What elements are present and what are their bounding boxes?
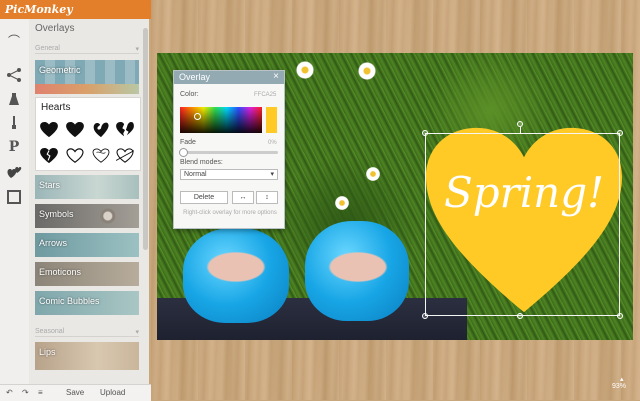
overlays-panel: Overlays General ▾ Geometric Hearts Star… bbox=[29, 19, 149, 384]
frames-icon[interactable] bbox=[6, 189, 22, 205]
hearts-overlay-grid: Hearts bbox=[35, 97, 141, 171]
tool-rail: ⌒ P bbox=[0, 19, 30, 384]
category-stars[interactable]: Stars bbox=[35, 175, 139, 199]
brush-icon[interactable] bbox=[6, 115, 22, 131]
zoom-level[interactable]: 93% bbox=[612, 383, 626, 390]
chevron-down-icon: ▾ bbox=[270, 171, 274, 178]
heart-arrow-icon[interactable] bbox=[116, 148, 134, 164]
effects-icon[interactable] bbox=[6, 67, 22, 83]
resize-handle-bottom[interactable] bbox=[517, 313, 523, 319]
resize-handle-bottom-left[interactable] bbox=[422, 313, 428, 319]
resize-handle-top-left[interactable] bbox=[422, 130, 428, 136]
color-picker-cursor[interactable] bbox=[194, 113, 201, 120]
history-icon[interactable]: ≡ bbox=[38, 388, 43, 397]
overlay-dialog: Overlay × Color: FFCA25 Fade 0% Blend mo… bbox=[173, 70, 285, 229]
text-icon[interactable]: P bbox=[6, 139, 22, 155]
chevron-down-icon: ▾ bbox=[135, 46, 139, 53]
zoom-up-icon[interactable]: ▴ bbox=[620, 375, 624, 383]
blend-modes-label: Blend modes: bbox=[180, 159, 223, 166]
heart-swirl-icon[interactable] bbox=[92, 122, 110, 138]
daisy-flower bbox=[334, 195, 350, 211]
delete-button[interactable]: Delete bbox=[180, 191, 228, 204]
save-button[interactable]: Save bbox=[66, 388, 84, 397]
fade-value: 0% bbox=[268, 140, 277, 146]
daisy-flower bbox=[358, 62, 376, 80]
crop-icon[interactable]: ⌒ bbox=[6, 33, 22, 49]
panel-scrollbar[interactable] bbox=[143, 28, 148, 250]
touchup-icon[interactable] bbox=[6, 91, 22, 107]
color-hex-value[interactable]: FFCA25 bbox=[254, 92, 276, 98]
category-symbols[interactable]: Symbols bbox=[35, 204, 139, 228]
app-logo[interactable]: PicMonkey bbox=[5, 3, 73, 16]
upload-button[interactable]: Upload bbox=[100, 388, 125, 397]
blend-mode-select[interactable]: Normal ▾ bbox=[180, 169, 278, 180]
overlays-icon[interactable] bbox=[6, 165, 22, 181]
undo-icon[interactable]: ↶ bbox=[6, 388, 13, 397]
rotate-stem bbox=[520, 127, 521, 134]
heart-outline-icon[interactable] bbox=[66, 148, 84, 164]
heart-scribble-icon[interactable] bbox=[92, 148, 110, 164]
right-foot bbox=[323, 249, 393, 285]
heart-solid-2-icon[interactable] bbox=[66, 122, 84, 138]
dialog-header[interactable]: Overlay × bbox=[174, 71, 284, 84]
color-swatch[interactable] bbox=[266, 107, 277, 133]
resize-handle-top-right[interactable] bbox=[617, 130, 623, 136]
section-general[interactable]: General ▾ bbox=[35, 45, 139, 54]
fade-label: Fade bbox=[180, 139, 196, 146]
dialog-title: Overlay bbox=[179, 72, 211, 82]
resize-handle-bottom-right[interactable] bbox=[617, 313, 623, 319]
category-emoticons[interactable]: Emoticons bbox=[35, 262, 139, 286]
heart-cracked-icon[interactable] bbox=[40, 148, 58, 164]
category-arrows[interactable]: Arrows bbox=[35, 233, 139, 257]
category-comic-bubbles[interactable]: Comic Bubbles bbox=[35, 291, 139, 315]
fade-slider-track[interactable] bbox=[180, 151, 278, 154]
selection-box[interactable] bbox=[425, 133, 620, 316]
section-seasonal[interactable]: Seasonal ▾ bbox=[35, 328, 139, 337]
daisy-flower bbox=[365, 166, 381, 182]
left-foot bbox=[201, 249, 271, 285]
panel-title: Overlays bbox=[35, 23, 75, 34]
dialog-hint: Right-click overlay for more options bbox=[183, 210, 277, 216]
redo-icon[interactable]: ↷ bbox=[22, 388, 29, 397]
category-geometric[interactable]: Geometric bbox=[35, 60, 139, 84]
color-picker-field[interactable] bbox=[180, 107, 262, 133]
flip-horizontal-button[interactable]: ↔ bbox=[232, 191, 254, 204]
category-lips[interactable]: Lips bbox=[35, 342, 139, 370]
hearts-label: Hearts bbox=[41, 102, 71, 113]
daisy-flower bbox=[296, 61, 314, 79]
flip-vertical-button[interactable]: ↕ bbox=[256, 191, 278, 204]
fade-slider-knob[interactable] bbox=[179, 148, 188, 157]
heart-broken-icon[interactable] bbox=[116, 122, 134, 138]
bottom-toolbar: ↶ ↷ ≡ Save Upload bbox=[0, 384, 151, 401]
color-label: Color: bbox=[180, 91, 199, 98]
heart-solid-icon[interactable] bbox=[40, 122, 58, 138]
geometric-strip bbox=[35, 84, 139, 94]
chevron-down-icon: ▾ bbox=[135, 329, 139, 336]
close-icon[interactable]: × bbox=[273, 71, 279, 82]
app-header: PicMonkey bbox=[0, 0, 151, 19]
